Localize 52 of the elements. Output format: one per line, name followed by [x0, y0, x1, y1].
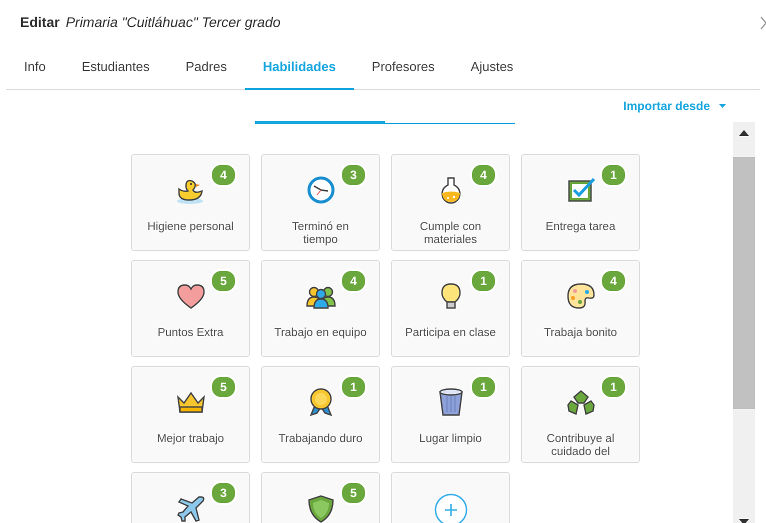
count-badge: 1: [600, 163, 627, 187]
count-badge: 1: [470, 269, 497, 293]
skill-card[interactable]: 1 Trabajando duro: [261, 366, 380, 463]
skill-label: Contribuye al cuidado del: [546, 433, 616, 459]
count-badge: 4: [600, 269, 627, 293]
skill-card[interactable]: 1 Contribuye al cuidado del: [521, 366, 640, 463]
skill-label: Participa en clase: [404, 327, 497, 340]
skill-card[interactable]: 1 Participa en clase: [391, 260, 510, 357]
skill-label: Terminó en tiempo: [291, 221, 350, 247]
count-badge: 4: [470, 163, 497, 187]
count-badge: 3: [210, 481, 237, 505]
skill-card[interactable]: 4 Trabajo en equipo: [261, 260, 380, 357]
count-badge: 3: [340, 163, 367, 187]
tab[interactable]: Profesores: [354, 44, 453, 90]
palette-icon: [564, 281, 596, 311]
count-badge: 1: [340, 375, 367, 399]
skill-label: Lugar limpio: [418, 433, 483, 446]
skill-card[interactable]: 1 Lugar limpio: [391, 366, 510, 463]
tab[interactable]: Padres: [168, 44, 245, 90]
skill-card[interactable]: 1 Entrega tarea: [521, 154, 640, 251]
count-badge: 4: [340, 269, 367, 293]
skill-label: Trabajando duro: [278, 433, 364, 446]
skill-card[interactable]: 4 Cumple con materiales: [391, 154, 510, 251]
skill-label: Cumple con materiales: [418, 221, 482, 247]
count-badge: 1: [470, 375, 497, 399]
clock-icon: [304, 175, 336, 205]
skill-label: Trabajo en equipo: [273, 327, 368, 340]
tab[interactable]: Estudiantes: [64, 44, 168, 90]
scrollbar-thumb[interactable]: [733, 157, 755, 409]
skill-label: Trabaja bonito: [542, 327, 618, 340]
skill-card[interactable]: 5 Mejor trabajo: [131, 366, 250, 463]
skill-card[interactable]: 5 Puntos Extra: [131, 260, 250, 357]
tab[interactable]: Info: [6, 44, 64, 90]
caret-icon: [719, 104, 726, 108]
count-badge: 5: [210, 375, 237, 399]
skill-label: Puntos Extra: [156, 327, 224, 340]
skill-label: Higiene personal: [146, 221, 235, 234]
count-badge: 5: [210, 269, 237, 293]
skill-label: Entrega tarea: [544, 221, 616, 234]
skill-card[interactable]: 4 Higiene personal: [131, 154, 250, 251]
count-badge: 4: [210, 163, 237, 187]
tab[interactable]: Ajustes: [452, 44, 532, 90]
skill-label: Mejor trabajo: [156, 433, 226, 446]
count-badge: 5: [340, 481, 367, 505]
skill-card[interactable]: 4 Trabaja bonito: [521, 260, 640, 357]
window-title: Primaria "Cuitláhuac" Tercer grado: [66, 14, 281, 30]
scroll-up-icon[interactable]: [739, 130, 749, 136]
count-badge: 1: [600, 375, 627, 399]
add-icon[interactable]: [434, 493, 468, 523]
skill-card[interactable]: 3 Terminó en tiempo: [261, 154, 380, 251]
dialog-label: Editar: [20, 14, 60, 30]
scrollbar[interactable]: [733, 122, 755, 523]
